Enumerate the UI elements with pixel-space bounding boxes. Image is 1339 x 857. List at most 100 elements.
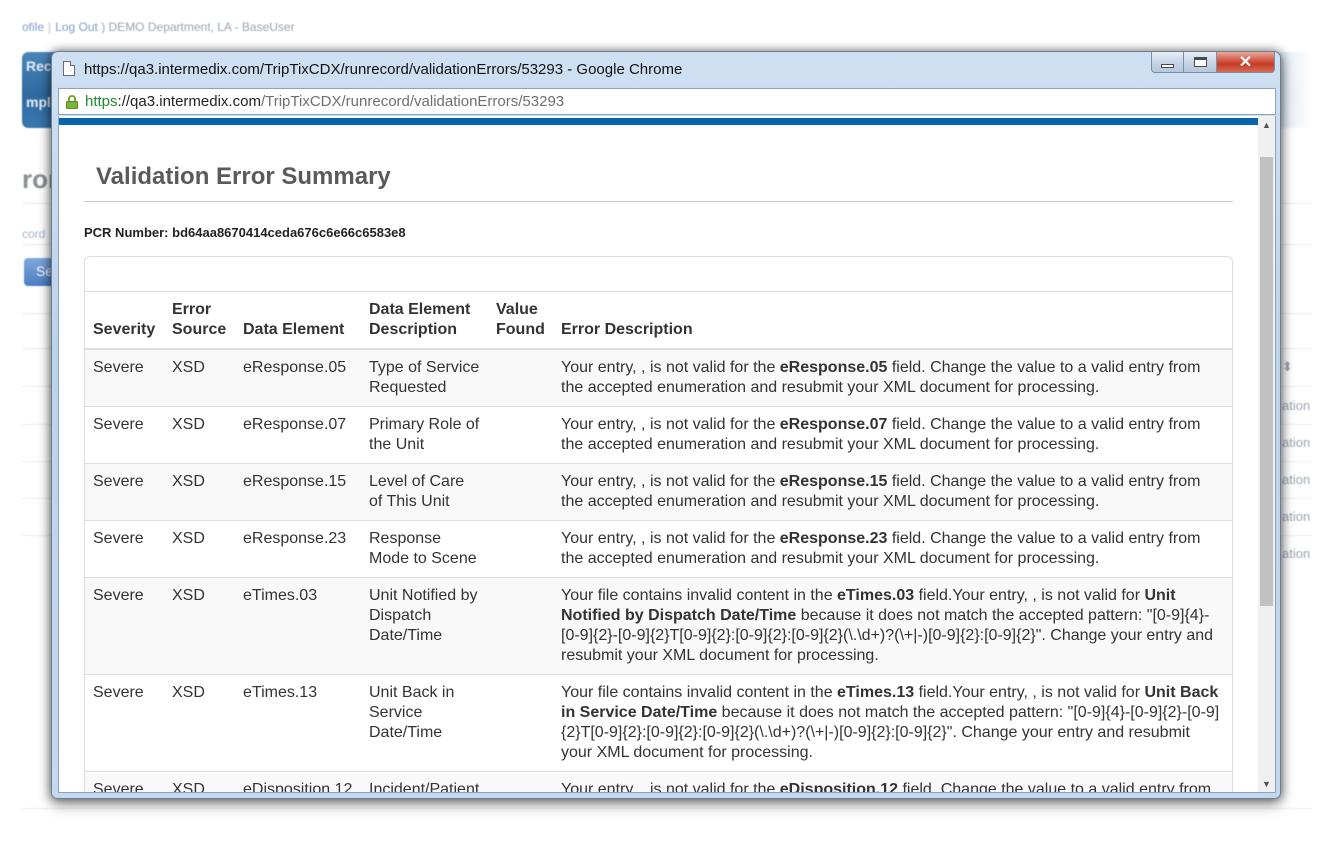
background-cell: ation <box>1282 435 1311 450</box>
sort-icon[interactable]: ⬍ <box>1282 359 1293 375</box>
maximize-icon <box>1193 57 1207 67</box>
data-element-description-cell: Incident/Patient <box>361 771 488 792</box>
error-field-name: eTimes.13 <box>837 684 915 701</box>
severity-cell: Severe <box>85 771 164 792</box>
severity-cell: Severe <box>85 406 164 464</box>
header-accent-bar <box>59 118 1259 125</box>
profile-link[interactable]: ofile <box>22 20 44 34</box>
window-titlebar[interactable]: https://qa3.intermedix.com/TripTixCDX/ru… <box>52 52 1280 86</box>
background-top-links: ofile | Log Out ) DEMO Department, LA - Ba… <box>22 20 295 34</box>
address-bar[interactable]: https://qa3.intermedix.com/TripTixCDX/ru… <box>58 88 1276 115</box>
error-source-cell: XSD <box>164 771 235 792</box>
data-element-cell: eResponse.07 <box>235 406 361 464</box>
page-viewport: Validation Error Summary PCR Number: bd6… <box>58 116 1276 793</box>
scroll-thumb[interactable] <box>1260 157 1273 606</box>
popup-window: https://qa3.intermedix.com/TripTixCDX/ru… <box>51 51 1281 799</box>
data-element-cell: eTimes.03 <box>235 577 361 675</box>
error-text: Your file contains invalid content in th… <box>561 587 838 604</box>
error-source-cell: XSD <box>164 406 235 464</box>
divider <box>22 808 1312 809</box>
value-found-cell <box>488 577 553 675</box>
error-text: field. Change the value to a valid entry… <box>898 781 1212 792</box>
data-element-description-cell: Level of Care of This Unit <box>361 463 488 521</box>
error-text: Your entry, , is not valid for the <box>561 473 780 490</box>
error-text: field.Your entry, , is not valid for <box>914 684 1145 701</box>
table-row: Severe XSD eResponse.05 Type of Service Req… <box>85 348 1232 407</box>
data-element-description-cell: Primary Role of the Unit <box>361 406 488 464</box>
data-element-description-cell: Unit Notified by Dispatch Date/Time <box>361 577 488 675</box>
error-field-name: eDisposition.12 <box>779 781 899 792</box>
url-text[interactable]: https://qa3.intermedix.com/TripTixCDX/ru… <box>85 93 564 110</box>
window-title: https://qa3.intermedix.com/TripTixCDX/ru… <box>84 61 683 78</box>
scroll-down-arrow-icon[interactable]: ▼ <box>1258 775 1275 792</box>
header-error-source[interactable]: Error Source <box>164 292 235 350</box>
error-field-name: eResponse.23 <box>779 530 888 547</box>
user-info: ) DEMO Department, LA - BaseUser <box>101 20 295 34</box>
severity-cell: Severe <box>85 463 164 521</box>
header-error-description[interactable]: Error Description <box>553 292 1232 350</box>
logout-link[interactable]: Log Out <box>55 20 98 34</box>
maximize-button[interactable] <box>1184 52 1217 73</box>
header-data-element[interactable]: Data Element <box>235 292 361 350</box>
severity-cell: Severe <box>85 577 164 675</box>
error-text: Your entry, , is not valid for the <box>561 530 780 547</box>
table-row: Severe XSD eTimes.03 Unit Notified by Dispa… <box>85 577 1232 675</box>
data-element-description-cell: Response Mode to Scene <box>361 520 488 578</box>
error-field-name: eResponse.05 <box>779 359 888 376</box>
value-found-cell <box>488 463 553 521</box>
error-description-cell: Your entry, , is not valid for the eResp… <box>553 348 1232 407</box>
error-field-name: eResponse.07 <box>779 416 888 433</box>
error-source-cell: XSD <box>164 463 235 521</box>
error-text: Your entry, , is not valid for the <box>561 416 780 433</box>
value-found-cell <box>488 520 553 578</box>
table-row: Severe XSD eTimes.13 Unit Back in Service D… <box>85 674 1232 772</box>
error-description-cell: Your entry, , is not valid for the eResp… <box>553 520 1232 578</box>
error-field-name: eResponse.15 <box>779 473 888 490</box>
minimize-button[interactable] <box>1151 52 1184 73</box>
minimize-icon <box>1161 64 1174 68</box>
data-element-cell: eResponse.05 <box>235 348 361 407</box>
lock-icon <box>66 95 78 109</box>
window-controls: ✕ <box>1151 52 1275 74</box>
errors-panel: Severity Error Source Data Element Data E… <box>84 256 1233 792</box>
severity-cell: Severe <box>85 348 164 407</box>
data-element-cell: eTimes.13 <box>235 674 361 772</box>
data-element-description-cell: Type of Service Requested <box>361 348 488 407</box>
pcr-number: PCR Number: bd64aa8670414ceda676c6e66c65… <box>84 225 406 240</box>
header-data-element-description[interactable]: Data Element Description <box>361 292 488 350</box>
nav-item-records[interactable]: Rec <box>26 58 52 74</box>
severity-cell: Severe <box>85 520 164 578</box>
table-row: Severe XSD eResponse.23 Response Mode to Sc… <box>85 520 1232 578</box>
value-found-cell <box>488 406 553 464</box>
page-content: Validation Error Summary PCR Number: bd6… <box>59 116 1259 792</box>
scroll-up-arrow-icon[interactable]: ▲ <box>1258 116 1275 133</box>
severity-cell: Severe <box>85 674 164 772</box>
error-text: Your entry, , is not valid for the <box>561 359 780 376</box>
pcr-label: PCR Number: <box>84 225 169 240</box>
error-source-cell: XSD <box>164 520 235 578</box>
table-row: Severe XSD eResponse.15 Level of Care of Th… <box>85 463 1232 521</box>
error-text: Your file contains invalid content in th… <box>561 684 838 701</box>
error-description-cell: Your entry, , is not valid for the eDisp… <box>553 771 1232 792</box>
vertical-scrollbar[interactable]: ▲ ▼ <box>1258 116 1275 792</box>
background-cell: ation <box>1282 509 1311 524</box>
error-field-name: eTimes.03 <box>837 587 915 604</box>
background-cell: ation <box>1282 546 1311 561</box>
title-divider <box>84 201 1233 202</box>
error-description-cell: Your entry, , is not valid for the eResp… <box>553 406 1232 464</box>
close-icon: ✕ <box>1238 54 1253 71</box>
error-text: Your entry, , is not valid for the <box>561 781 780 792</box>
header-value-found[interactable]: Value Found <box>488 292 553 350</box>
close-button[interactable]: ✕ <box>1217 52 1275 73</box>
error-source-cell: XSD <box>164 577 235 675</box>
table-row: Severe XSD eDisposition.12 Incident/Patient… <box>85 771 1232 792</box>
table-body: Severe XSD eResponse.05 Type of Service Req… <box>85 348 1232 792</box>
data-element-cell: eResponse.15 <box>235 463 361 521</box>
background-cell: ation <box>1282 398 1311 413</box>
page-icon <box>63 61 75 76</box>
data-element-description-cell: Unit Back in Service Date/Time <box>361 674 488 772</box>
background-sublabel: cord <box>22 227 46 241</box>
header-severity[interactable]: Severity <box>85 292 164 350</box>
table-row: Severe XSD eResponse.07 Primary Role of the… <box>85 406 1232 464</box>
value-found-cell <box>488 348 553 407</box>
